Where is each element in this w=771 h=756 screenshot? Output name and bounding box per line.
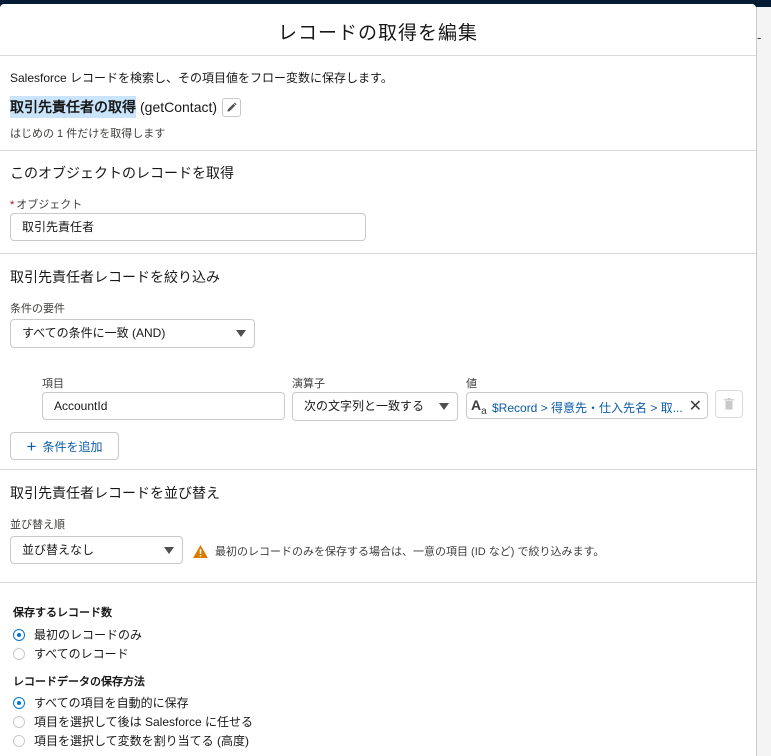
element-info-section: Salesforce レコードを検索し、その項目値をフロー変数に保存します。 取… [0,56,756,151]
element-description: Salesforce レコードを検索し、その項目値をフロー変数に保存します。 [10,71,393,85]
radio-button-checked[interactable] [13,628,25,641]
trash-icon [724,398,734,410]
object-section: このオブジェクトのレコードを取得 * オブジェクト 取引先責任者 [0,151,756,254]
radio-auto-store-all-fields[interactable]: すべての項目を自動的に保存 [13,694,189,711]
field-column-header: 項目 [42,378,64,390]
element-name-row: 取引先責任者の取得 (getContact) [10,96,242,118]
element-api-name: (getContact) [140,99,218,115]
radio-all-records[interactable]: すべてのレコード [13,645,129,662]
object-section-title: このオブジェクトのレコードを取得 [10,165,234,181]
object-label: * オブジェクト [10,196,82,212]
radio-label: すべての項目を自動的に保存 [34,696,189,710]
required-mark: * [10,199,15,211]
element-label: 取引先責任者の取得 [10,96,136,118]
radio-choose-fields-salesforce[interactable]: 項目を選択して後は Salesforce に任せる [13,713,253,730]
condition-requirements-value: すべての条件に一致 (AND) [22,326,166,340]
record-count-label: 保存するレコード数 [13,607,112,619]
plus-icon: + [26,436,37,456]
radio-button[interactable] [13,647,25,660]
radio-first-record-only[interactable]: 最初のレコードのみ [13,626,142,643]
background-text: - [757,30,762,45]
field-input[interactable]: AccountId [42,392,285,420]
operator-value: 次の文字列と一致する [304,399,425,413]
chevron-down-icon [236,330,246,337]
object-label-text: オブジェクト [16,199,83,211]
text-type-icon: Aa [471,397,487,417]
sort-order-select[interactable]: 並び替えなし [10,536,183,564]
value-pill: $Record > 得意先・仕入先名 > 取... [492,401,683,415]
radio-label: 項目を選択して変数を割り当てる (高度) [34,734,249,748]
delete-condition-button[interactable] [715,390,743,418]
radio-button[interactable] [13,734,25,747]
object-input[interactable]: 取引先責任者 [10,213,366,241]
edit-get-records-modal: レコードの取得を編集 Salesforce レコードを検索し、その項目値をフロー… [0,4,756,756]
chevron-down-icon [164,547,174,554]
pencil-icon [227,101,237,112]
value-input[interactable]: Aa $Record > 得意先・仕入先名 > 取... ✕ [466,392,708,419]
warning-icon [193,544,208,558]
operator-select[interactable]: 次の文字列と一致する [292,392,458,421]
close-icon[interactable]: ✕ [689,396,702,416]
radio-label: 項目を選択して後は Salesforce に任せる [34,715,254,729]
edit-label-button[interactable] [222,97,242,117]
sort-warning: 最初のレコードのみを保存する場合は、一意の項目 (ID など) で絞り込みます。 [193,543,604,559]
radio-button-checked[interactable] [13,696,25,709]
filter-section-title: 取引先責任者レコードを絞り込み [10,269,220,285]
add-condition-label: 条件を追加 [42,439,103,454]
radio-label: 最初のレコードのみ [34,628,143,642]
sort-order-label: 並び替え順 [10,519,65,531]
modal-header: レコードの取得を編集 [0,4,756,56]
operator-column-header: 演算子 [292,378,325,390]
condition-requirements-select[interactable]: すべての条件に一致 (AND) [10,319,255,348]
store-method-label: レコードデータの保存方法 [13,676,145,688]
radio-button[interactable] [13,715,25,728]
radio-choose-fields-assign-variables[interactable]: 項目を選択して変数を割り当てる (高度) [13,732,249,749]
condition-requirements-label: 条件の要件 [10,303,65,315]
radio-label: すべてのレコード [34,647,129,661]
sort-order-value: 並び替えなし [22,543,95,557]
sort-section: 取引先責任者レコードを並び替え 並び替え順 [0,470,756,583]
background-page: - [756,7,771,756]
modal-title: レコードの取得を編集 [277,23,478,44]
value-column-header: 値 [466,378,477,390]
sort-warning-text: 最初のレコードのみを保存する場合は、一意の項目 (ID など) で絞り込みます。 [215,546,605,558]
add-condition-button[interactable]: + 条件を追加 [10,432,119,460]
element-subtext: はじめの 1 件だけを取得します [10,128,166,140]
chevron-down-icon [439,403,449,410]
sort-section-title: 取引先責任者レコードを並び替え [10,485,220,501]
